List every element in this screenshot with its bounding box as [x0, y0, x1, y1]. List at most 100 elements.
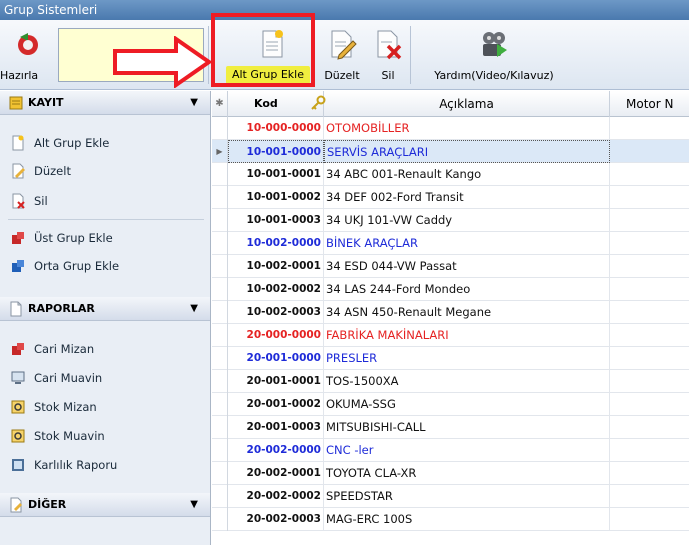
row-indicator[interactable]: [212, 416, 228, 439]
cell-aciklama[interactable]: CNC -ler: [324, 439, 610, 462]
cell-motor[interactable]: [610, 416, 689, 439]
cell-kod[interactable]: 20-001-0002: [228, 393, 324, 416]
row-indicator[interactable]: [212, 324, 228, 347]
cell-aciklama[interactable]: OTOMOBİLLER: [324, 117, 610, 140]
row-indicator[interactable]: [212, 186, 228, 209]
cell-motor[interactable]: [610, 278, 689, 301]
table-row[interactable]: 20-001-0000 PRESLER: [212, 347, 689, 370]
sidebar-item-alt-grup-ekle[interactable]: Alt Grup Ekle: [0, 133, 210, 153]
row-indicator[interactable]: [212, 439, 228, 462]
sidebar-item-stok-mizan[interactable]: Stok Mizan: [0, 397, 210, 417]
collapse-caret-icon[interactable]: ▼: [190, 493, 198, 517]
cell-aciklama[interactable]: OKUMA-SSG: [324, 393, 610, 416]
cell-kod[interactable]: 10-002-0000: [228, 232, 324, 255]
table-row[interactable]: 20-001-0003 MITSUBISHI-CALL: [212, 416, 689, 439]
row-indicator[interactable]: [212, 163, 228, 186]
sidebar-section-raporlar[interactable]: RAPORLAR ▼: [0, 297, 210, 321]
row-indicator[interactable]: [212, 462, 228, 485]
sidebar-item-sil[interactable]: Sil: [0, 191, 210, 211]
table-row[interactable]: 20-002-0000 CNC -ler: [212, 439, 689, 462]
cell-aciklama[interactable]: BİNEK ARAÇLAR: [324, 232, 610, 255]
cell-kod[interactable]: 10-001-0002: [228, 186, 324, 209]
row-indicator[interactable]: [212, 232, 228, 255]
table-row[interactable]: 20-001-0002 OKUMA-SSG: [212, 393, 689, 416]
cell-aciklama[interactable]: TOS-1500XA: [324, 370, 610, 393]
cell-aciklama[interactable]: TOYOTA CLA-XR: [324, 462, 610, 485]
sil-button[interactable]: Sil: [370, 20, 406, 90]
collapse-caret-icon[interactable]: ▼: [190, 297, 198, 321]
table-row[interactable]: 10-000-0000 OTOMOBİLLER: [212, 117, 689, 140]
row-indicator[interactable]: [212, 301, 228, 324]
cell-kod[interactable]: 10-002-0002: [228, 278, 324, 301]
cell-motor[interactable]: [610, 140, 689, 163]
cell-motor[interactable]: [610, 163, 689, 186]
table-row[interactable]: 10-002-0003 34 ASN 450-Renault Megane: [212, 301, 689, 324]
table-row[interactable]: 20-002-0001 TOYOTA CLA-XR: [212, 462, 689, 485]
cell-aciklama[interactable]: PRESLER: [324, 347, 610, 370]
cell-kod[interactable]: 20-001-0001: [228, 370, 324, 393]
cell-kod[interactable]: 20-002-0000: [228, 439, 324, 462]
table-row[interactable]: 10-002-0000 BİNEK ARAÇLAR: [212, 232, 689, 255]
cell-aciklama[interactable]: FABRİKA MAKİNALARI: [324, 324, 610, 347]
cell-motor[interactable]: [610, 301, 689, 324]
table-row[interactable]: 20-001-0001 TOS-1500XA: [212, 370, 689, 393]
cell-kod[interactable]: 10-002-0003: [228, 301, 324, 324]
table-row[interactable]: 10-001-0001 34 ABC 001-Renault Kango: [212, 163, 689, 186]
cell-motor[interactable]: [610, 232, 689, 255]
cell-motor[interactable]: [610, 324, 689, 347]
column-header-aciklama[interactable]: Açıklama: [324, 91, 610, 117]
cell-aciklama[interactable]: MITSUBISHI-CALL: [324, 416, 610, 439]
row-indicator[interactable]: [212, 370, 228, 393]
sidebar-section-diger[interactable]: DİĞER ▼: [0, 493, 210, 517]
sidebar-item-karlilik-raporu[interactable]: Karlılık Raporu: [0, 455, 210, 475]
cell-kod[interactable]: 10-001-0003: [228, 209, 324, 232]
cell-aciklama[interactable]: SERVİS ARAÇLARI: [324, 140, 610, 163]
sidebar-item-duzelt[interactable]: Düzelt: [0, 161, 210, 181]
cell-motor[interactable]: [610, 370, 689, 393]
sidebar-item-cari-muavin[interactable]: Cari Muavin: [0, 368, 210, 388]
sidebar-item-orta-grup-ekle[interactable]: Orta Grup Ekle: [0, 256, 210, 276]
cell-kod[interactable]: 20-002-0002: [228, 485, 324, 508]
row-indicator[interactable]: [212, 393, 228, 416]
cell-motor[interactable]: [610, 209, 689, 232]
row-indicator[interactable]: [212, 508, 228, 531]
cell-kod[interactable]: 20-002-0003: [228, 508, 324, 531]
table-row[interactable]: 20-002-0003 MAG-ERC 100S: [212, 508, 689, 531]
cell-motor[interactable]: [610, 347, 689, 370]
table-row[interactable]: 20-002-0002 SPEEDSTAR: [212, 485, 689, 508]
cell-kod[interactable]: 10-001-0000: [228, 140, 324, 163]
row-indicator[interactable]: [212, 278, 228, 301]
cell-aciklama[interactable]: 34 ABC 001-Renault Kango: [324, 163, 610, 186]
cell-motor[interactable]: [610, 485, 689, 508]
cell-kod[interactable]: 20-001-0003: [228, 416, 324, 439]
duzelt-button[interactable]: Düzelt: [318, 20, 366, 90]
cell-motor[interactable]: [610, 462, 689, 485]
cell-motor[interactable]: [610, 186, 689, 209]
cell-aciklama[interactable]: 34 LAS 244-Ford Mondeo: [324, 278, 610, 301]
cell-aciklama[interactable]: SPEEDSTAR: [324, 485, 610, 508]
cell-motor[interactable]: [610, 439, 689, 462]
table-row[interactable]: ▶ 10-001-0000 SERVİS ARAÇLARI: [212, 140, 689, 163]
cell-motor[interactable]: [610, 393, 689, 416]
table-row[interactable]: 10-002-0001 34 ESD 044-VW Passat: [212, 255, 689, 278]
cell-motor[interactable]: [610, 117, 689, 140]
column-header-kod[interactable]: Kod: [228, 91, 326, 117]
cell-kod[interactable]: 20-002-0001: [228, 462, 324, 485]
row-indicator[interactable]: [212, 255, 228, 278]
cell-aciklama[interactable]: 34 UKJ 101-VW Caddy: [324, 209, 610, 232]
cell-aciklama[interactable]: 34 ASN 450-Renault Megane: [324, 301, 610, 324]
cell-kod[interactable]: 10-000-0000: [228, 117, 324, 140]
row-indicator[interactable]: [212, 209, 228, 232]
row-indicator[interactable]: [212, 485, 228, 508]
sidebar-section-kayit[interactable]: KAYIT ▼: [0, 91, 210, 115]
sidebar-item-ust-grup-ekle[interactable]: Üst Grup Ekle: [0, 228, 210, 248]
row-indicator[interactable]: ▶: [212, 140, 228, 163]
sidebar-item-stok-muavin[interactable]: Stok Muavin: [0, 426, 210, 446]
collapse-caret-icon[interactable]: ▼: [190, 91, 198, 115]
hazirla-button[interactable]: Hazırla: [0, 20, 52, 90]
table-row[interactable]: 20-000-0000 FABRİKA MAKİNALARI: [212, 324, 689, 347]
cell-kod[interactable]: 10-001-0001: [228, 163, 324, 186]
cell-kod[interactable]: 20-001-0000: [228, 347, 324, 370]
table-row[interactable]: 10-001-0003 34 UKJ 101-VW Caddy: [212, 209, 689, 232]
cell-motor[interactable]: [610, 508, 689, 531]
